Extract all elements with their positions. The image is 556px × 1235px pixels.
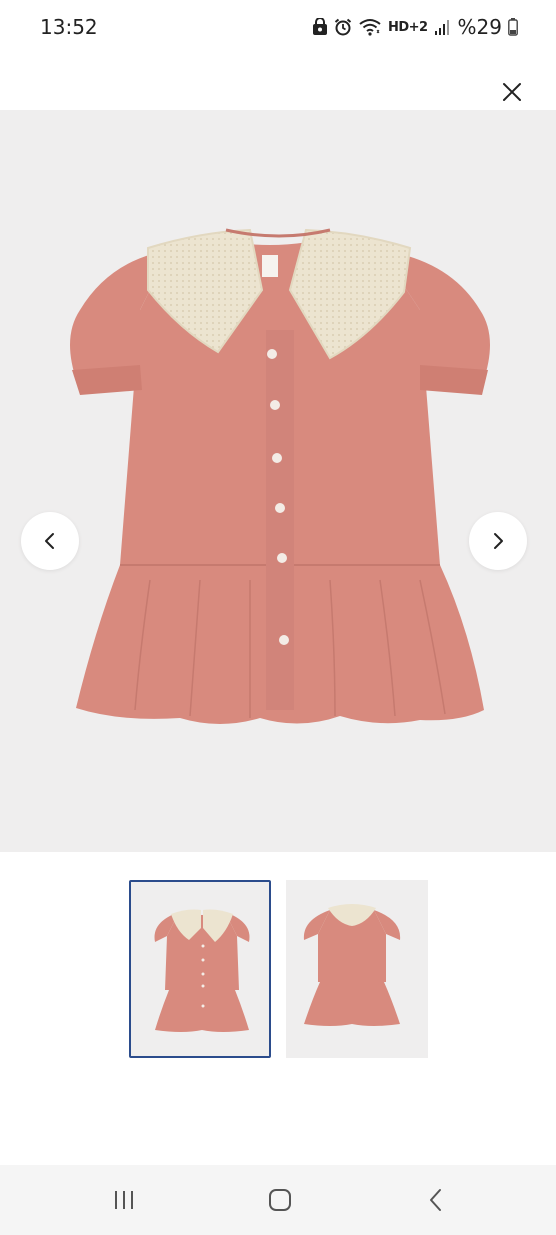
alarm-icon — [334, 18, 352, 36]
previous-image-button[interactable] — [21, 512, 79, 570]
signal-icon — [434, 20, 449, 35]
wifi-icon — [359, 19, 381, 36]
hd-voice-icon: HD+2 — [387, 19, 428, 35]
main-product-image[interactable] — [0, 110, 556, 852]
battery-percent: %29 — [457, 15, 502, 39]
chevron-left-icon — [45, 533, 54, 549]
recents-icon — [115, 1191, 133, 1209]
status-icons: HD+2 %29 — [312, 14, 518, 40]
home-button[interactable] — [260, 1185, 300, 1215]
back-icon — [430, 1189, 441, 1211]
system-navigation-bar — [0, 1165, 556, 1235]
lock-icon — [312, 18, 327, 35]
thumbnail-back[interactable] — [286, 880, 428, 1058]
thumbnail-strip — [129, 880, 428, 1058]
next-image-button[interactable] — [469, 512, 527, 570]
dress-front-thumbnail — [154, 909, 250, 1032]
close-button[interactable] — [498, 78, 526, 106]
dress-back-thumbnail — [303, 904, 401, 1026]
product-image-viewer: 13:52 HD+2 %29 — [0, 0, 556, 1235]
back-button[interactable] — [416, 1185, 456, 1215]
status-bar: 13:52 HD+2 %29 — [0, 0, 556, 54]
home-icon — [269, 1189, 291, 1211]
close-icon — [503, 83, 521, 101]
dress-front-image — [70, 228, 490, 724]
thumbnail-front[interactable] — [129, 880, 271, 1058]
chevron-right-icon — [494, 533, 503, 549]
recents-button[interactable] — [104, 1185, 144, 1215]
status-time: 13:52 — [40, 15, 98, 39]
battery-icon — [508, 18, 518, 36]
